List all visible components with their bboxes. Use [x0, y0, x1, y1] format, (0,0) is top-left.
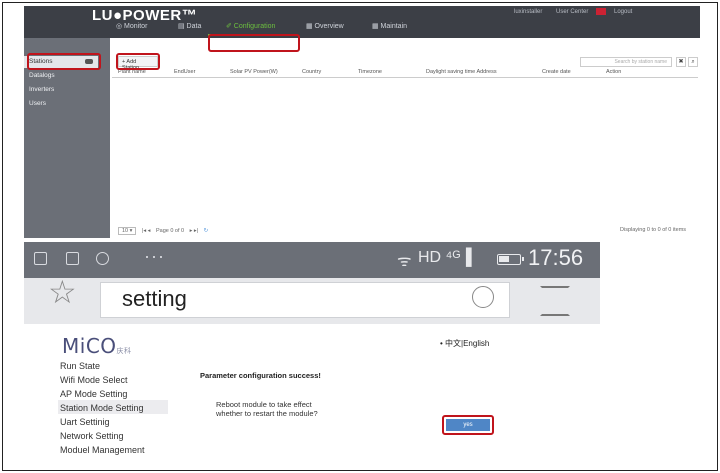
success-message: Parameter configuration success! — [200, 371, 321, 380]
bookmark-star-icon[interactable]: ☆ — [48, 276, 77, 308]
menu-item-station-mode[interactable]: Station Mode Setting — [60, 403, 144, 413]
column-header[interactable]: Action — [606, 69, 621, 75]
image-icon — [34, 252, 47, 265]
search-input[interactable]: Search by station name — [580, 57, 672, 67]
reload-icon[interactable] — [472, 286, 494, 308]
tab-data[interactable]: ▤ Data — [178, 22, 201, 30]
highlight-box — [27, 53, 101, 70]
column-header[interactable]: Timezone — [358, 69, 382, 75]
column-header[interactable]: EndUser — [174, 69, 195, 75]
search-icon[interactable]: ⌕ — [688, 57, 698, 67]
tab-maintain[interactable]: ▦ Maintain — [372, 22, 407, 30]
refresh-icon[interactable]: ↻ — [204, 228, 209, 234]
pagination: 10 ▾ |◂ ◂ Page 0 of 0 ▸ ▸| ↻ — [118, 227, 208, 235]
sidebar-item-inverters[interactable]: Inverters — [29, 86, 54, 93]
flag-icon[interactable] — [596, 8, 606, 15]
page-size-select[interactable]: 10 ▾ — [118, 227, 137, 235]
sidebar-item-datalogs[interactable]: Datalogs — [29, 72, 55, 79]
column-header[interactable]: Daylight saving time Address — [426, 69, 497, 75]
wifi-icon: ᯤ — [397, 253, 412, 270]
settings-icon — [96, 252, 109, 265]
signal-icon: HD ⁴ᴳ▐ — [418, 249, 472, 266]
logout-link[interactable]: Logout — [614, 9, 632, 15]
message-icon — [66, 252, 79, 265]
column-header[interactable]: Country — [302, 69, 321, 75]
column-header[interactable]: Create date — [542, 69, 571, 75]
more-icon: ··· — [144, 246, 165, 266]
first-page-icon[interactable]: |◂ ◂ — [142, 228, 150, 234]
menu-item-wifi-mode[interactable]: Wifi Mode Select — [60, 375, 128, 385]
menu-item-run-state[interactable]: Run State — [60, 361, 100, 371]
user-center-link[interactable]: User Center — [556, 9, 588, 15]
next-page-icon[interactable]: ▸ ▸| — [190, 228, 198, 234]
items-count: Displaying 0 to 0 of 0 items — [620, 227, 687, 233]
user-link[interactable]: luxinstaller — [514, 9, 542, 15]
mico-logo: MiCO庆科 — [62, 334, 132, 358]
reboot-line: Reboot module to take effect — [216, 400, 312, 409]
reboot-message: Reboot module to take effect whether to … — [216, 400, 318, 418]
highlight-box — [442, 415, 494, 435]
menu-item-network[interactable]: Network Setting — [60, 431, 124, 441]
language-switch[interactable]: • 中文|English — [440, 338, 489, 349]
sidebar-item-users[interactable]: Users — [29, 100, 46, 107]
menu-item-module-management[interactable]: Moduel Management — [60, 445, 145, 455]
table-header: Plant name EndUser Solar PV Power(W) Cou… — [112, 68, 698, 78]
tab-monitor[interactable]: ◎ Monitor — [116, 22, 147, 30]
tab-configuration[interactable]: ✐ Configuration — [226, 22, 275, 30]
url-text: setting — [122, 286, 187, 311]
highlight-box — [208, 34, 300, 52]
page-indicator: Page 0 of 0 — [155, 228, 185, 234]
reboot-question: whether to restart the module? — [216, 409, 318, 418]
menu-item-ap-mode[interactable]: AP Mode Setting — [60, 389, 127, 399]
scan-icon[interactable] — [540, 286, 570, 316]
battery-icon — [497, 254, 524, 265]
clock: 17:56 — [528, 245, 584, 270]
clear-icon[interactable]: ✖ — [676, 57, 686, 67]
column-header[interactable]: Solar PV Power(W) — [230, 69, 278, 75]
highlight-box — [116, 53, 160, 70]
menu-item-uart[interactable]: Uart Settinig — [60, 417, 110, 427]
tab-overview[interactable]: ▦ Overview — [306, 22, 344, 30]
